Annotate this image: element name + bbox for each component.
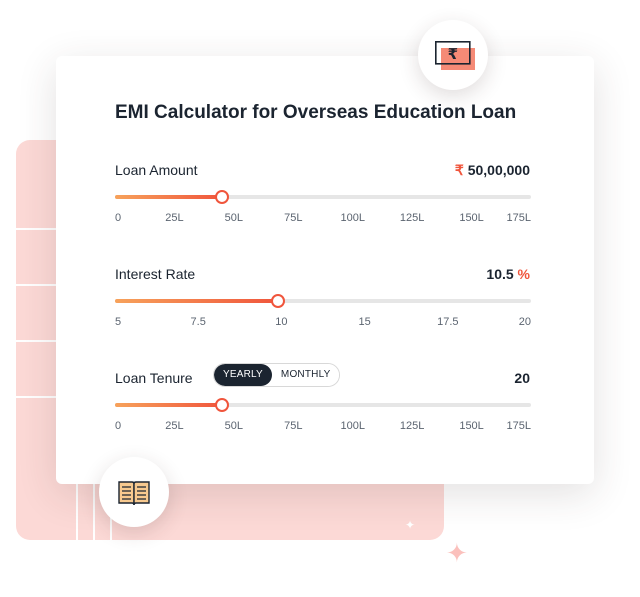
- loan-amount-number: 50,00,000: [467, 162, 530, 178]
- tick-label: 50L: [224, 420, 244, 432]
- tick-label: 15: [358, 316, 371, 328]
- loan-amount-slider[interactable]: [115, 190, 531, 204]
- tick-label: 175L: [506, 420, 531, 432]
- tick-label: 100L: [340, 420, 365, 432]
- rupee-symbol: ₹: [454, 162, 464, 178]
- tick-label: 0: [115, 212, 122, 224]
- interest-rate-label: Interest Rate: [115, 266, 196, 282]
- slider-fill: [115, 403, 223, 407]
- tick-label: 25L: [165, 420, 184, 432]
- tick-label: 5: [115, 316, 122, 328]
- sparkle-icon: ✦: [446, 538, 468, 568]
- loan-tenure-slider[interactable]: [115, 398, 531, 412]
- page-title: EMI Calculator for Overseas Education Lo…: [115, 102, 517, 123]
- background-divider: [16, 396, 56, 398]
- background-divider: [16, 228, 56, 230]
- tick-label: 150L: [459, 212, 484, 224]
- loan-tenure-label: Loan Tenure: [115, 370, 193, 386]
- interest-rate-scale: 5 7.5 10 15 17.5 20: [115, 316, 531, 330]
- slider-thumb[interactable]: [215, 190, 230, 204]
- tick-label: 100L: [340, 212, 365, 224]
- loan-tenure-scale: 0 25L 50L 75L 100L 125L 150L 175L: [115, 420, 531, 434]
- tick-label: 20: [518, 316, 531, 328]
- tick-label: 175L: [506, 212, 531, 224]
- percent-symbol: %: [517, 266, 530, 282]
- background-divider: [16, 340, 56, 342]
- interest-rate-slider[interactable]: [115, 294, 531, 308]
- open-book-badge: [99, 457, 169, 527]
- loan-amount-scale: 0 25L 50L 75L 100L 125L 150L 175L: [115, 212, 531, 226]
- loan-amount-value: ₹ 50,00,000: [455, 162, 530, 179]
- background-divider: [76, 480, 78, 540]
- tick-label: 150L: [459, 420, 484, 432]
- svg-text:₹: ₹: [448, 45, 458, 63]
- rupee-note-icon: ₹: [435, 41, 475, 70]
- tick-label: 0: [115, 420, 122, 432]
- slider-fill: [115, 299, 278, 303]
- open-book-icon: [118, 481, 150, 506]
- yearly-toggle-button[interactable]: YEARLY: [214, 364, 272, 386]
- loan-amount-label: Loan Amount: [115, 162, 198, 178]
- tick-label: 75L: [284, 212, 303, 224]
- tick-label: 125L: [399, 420, 425, 432]
- sparkle-icon: ✦: [405, 518, 416, 532]
- tenure-unit-toggle: YEARLY MONTHLY: [213, 363, 341, 387]
- tick-label: 7.5: [190, 316, 206, 328]
- tick-label: 10: [275, 316, 288, 328]
- slider-thumb[interactable]: [215, 398, 230, 412]
- interest-rate-value: 10.5 %: [486, 266, 530, 282]
- tick-label: 25L: [165, 212, 184, 224]
- slider-thumb[interactable]: [270, 294, 285, 308]
- interest-rate-number: 10.5: [486, 266, 514, 282]
- background-divider: [16, 284, 56, 286]
- rupee-note-badge: ₹: [418, 20, 488, 90]
- loan-tenure-value: 20: [514, 370, 530, 386]
- tick-label: 50L: [224, 212, 244, 224]
- emi-calculator-card: EMI Calculator for Overseas Education Lo…: [56, 56, 594, 484]
- tick-label: 75L: [284, 420, 303, 432]
- monthly-toggle-button[interactable]: MONTHLY: [271, 364, 340, 386]
- slider-fill: [115, 195, 223, 199]
- background-divider: [93, 480, 95, 540]
- tick-label: 17.5: [437, 316, 459, 328]
- tick-label: 125L: [399, 212, 425, 224]
